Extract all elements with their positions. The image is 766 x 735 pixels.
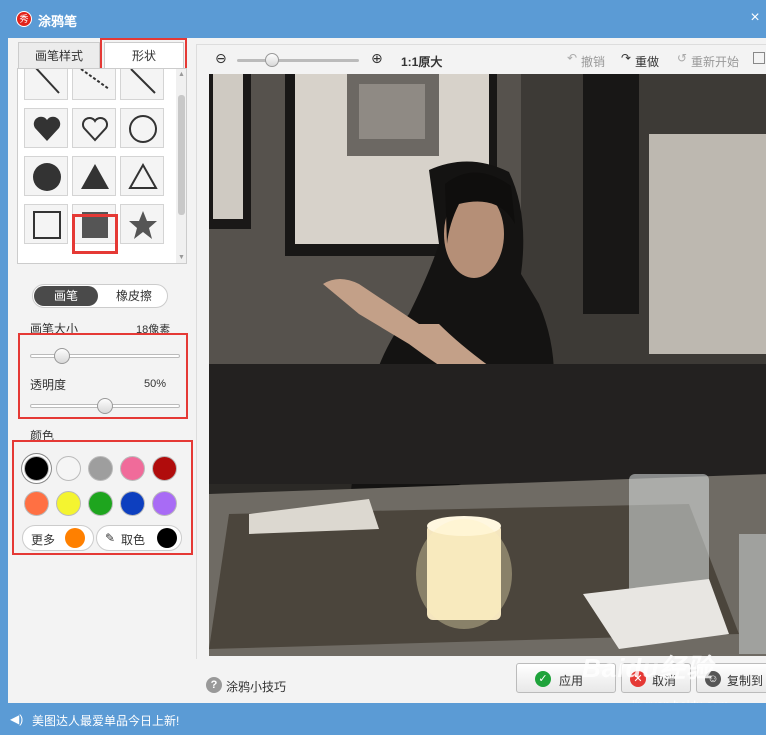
- canvas-area: [196, 74, 766, 659]
- scroll-thumb[interactable]: [178, 95, 185, 215]
- restart-icon: ↺: [677, 51, 688, 65]
- mode-eraser-button[interactable]: 橡皮擦: [103, 286, 165, 306]
- shape-line[interactable]: [24, 69, 68, 100]
- mode-toggle: 画笔 橡皮擦: [32, 284, 168, 308]
- help-icon[interactable]: ?: [206, 677, 222, 693]
- zoom-in-icon[interactable]: ⊕: [371, 50, 383, 67]
- baidu-watermark: Baidu经验: [582, 653, 714, 683]
- scroll-up-icon[interactable]: ▲: [177, 70, 186, 80]
- zoom-slider-knob[interactable]: [265, 53, 279, 67]
- tab-brush-style[interactable]: 画笔样式: [18, 42, 100, 68]
- copy-label: 复制到: [727, 674, 764, 688]
- shape-circle-filled[interactable]: [24, 156, 68, 196]
- shape-triangle-filled[interactable]: [72, 156, 116, 196]
- shape-square-outline[interactable]: [24, 204, 68, 244]
- scroll-down-icon[interactable]: ▼: [177, 253, 186, 263]
- shape-star-filled[interactable]: [120, 204, 164, 244]
- restart-button[interactable]: 重新开始: [691, 53, 739, 70]
- photo-canvas[interactable]: [209, 74, 766, 656]
- undo-button[interactable]: 撤销: [581, 53, 605, 70]
- window-title: 涂鸦笔: [38, 14, 78, 29]
- shape-heart-filled[interactable]: [24, 108, 68, 148]
- main-area: 画笔样式 形状 ▲ ▼ 画笔 橡皮擦 画笔大小 18像素 透明度 50% 颜色 …: [8, 38, 766, 703]
- close-window-button[interactable]: ×: [744, 8, 766, 28]
- redo-button[interactable]: 重做: [635, 53, 659, 70]
- shape-arrow[interactable]: [120, 69, 164, 100]
- shape-circle-outline[interactable]: [120, 108, 164, 148]
- compare-icon[interactable]: [753, 52, 765, 64]
- highlight-colors: [12, 440, 193, 555]
- zoom-slider[interactable]: [237, 59, 359, 62]
- speaker-icon: ◀): [10, 712, 24, 726]
- highlight-sliders: [18, 333, 188, 419]
- shape-triangle-outline[interactable]: [120, 156, 164, 196]
- shape-dashed-line[interactable]: [72, 69, 116, 100]
- promo-text[interactable]: 美图达人最爱单品今日上新!: [32, 712, 179, 729]
- original-size-button[interactable]: 1:1原大: [401, 53, 442, 70]
- app-logo-icon: 秀: [16, 11, 32, 27]
- mode-pen-button[interactable]: 画笔: [34, 286, 98, 306]
- shape-heart-outline[interactable]: [72, 108, 116, 148]
- status-bar: ◀) 美图达人最爱单品今日上新!: [0, 703, 766, 735]
- title-bar: 秀 涂鸦笔 ×: [0, 0, 766, 38]
- undo-icon: ↶: [567, 51, 578, 65]
- highlight-selected-shape: [72, 214, 118, 254]
- check-icon: ✓: [535, 671, 551, 687]
- left-panel: 画笔样式 形状 ▲ ▼ 画笔 橡皮擦 画笔大小 18像素 透明度 50% 颜色 …: [8, 38, 198, 703]
- zoom-out-icon[interactable]: ⊖: [215, 50, 227, 67]
- redo-icon: ↷: [621, 51, 632, 65]
- shape-scrollbar[interactable]: ▲ ▼: [176, 69, 186, 263]
- tips-link[interactable]: 涂鸦小技巧: [226, 678, 286, 695]
- apply-label: 应用: [559, 674, 584, 688]
- canvas-toolbar: ⊖ ⊕ 1:1原大 ↶ 撤销 ↷ 重做 ↺ 重新开始: [196, 44, 766, 74]
